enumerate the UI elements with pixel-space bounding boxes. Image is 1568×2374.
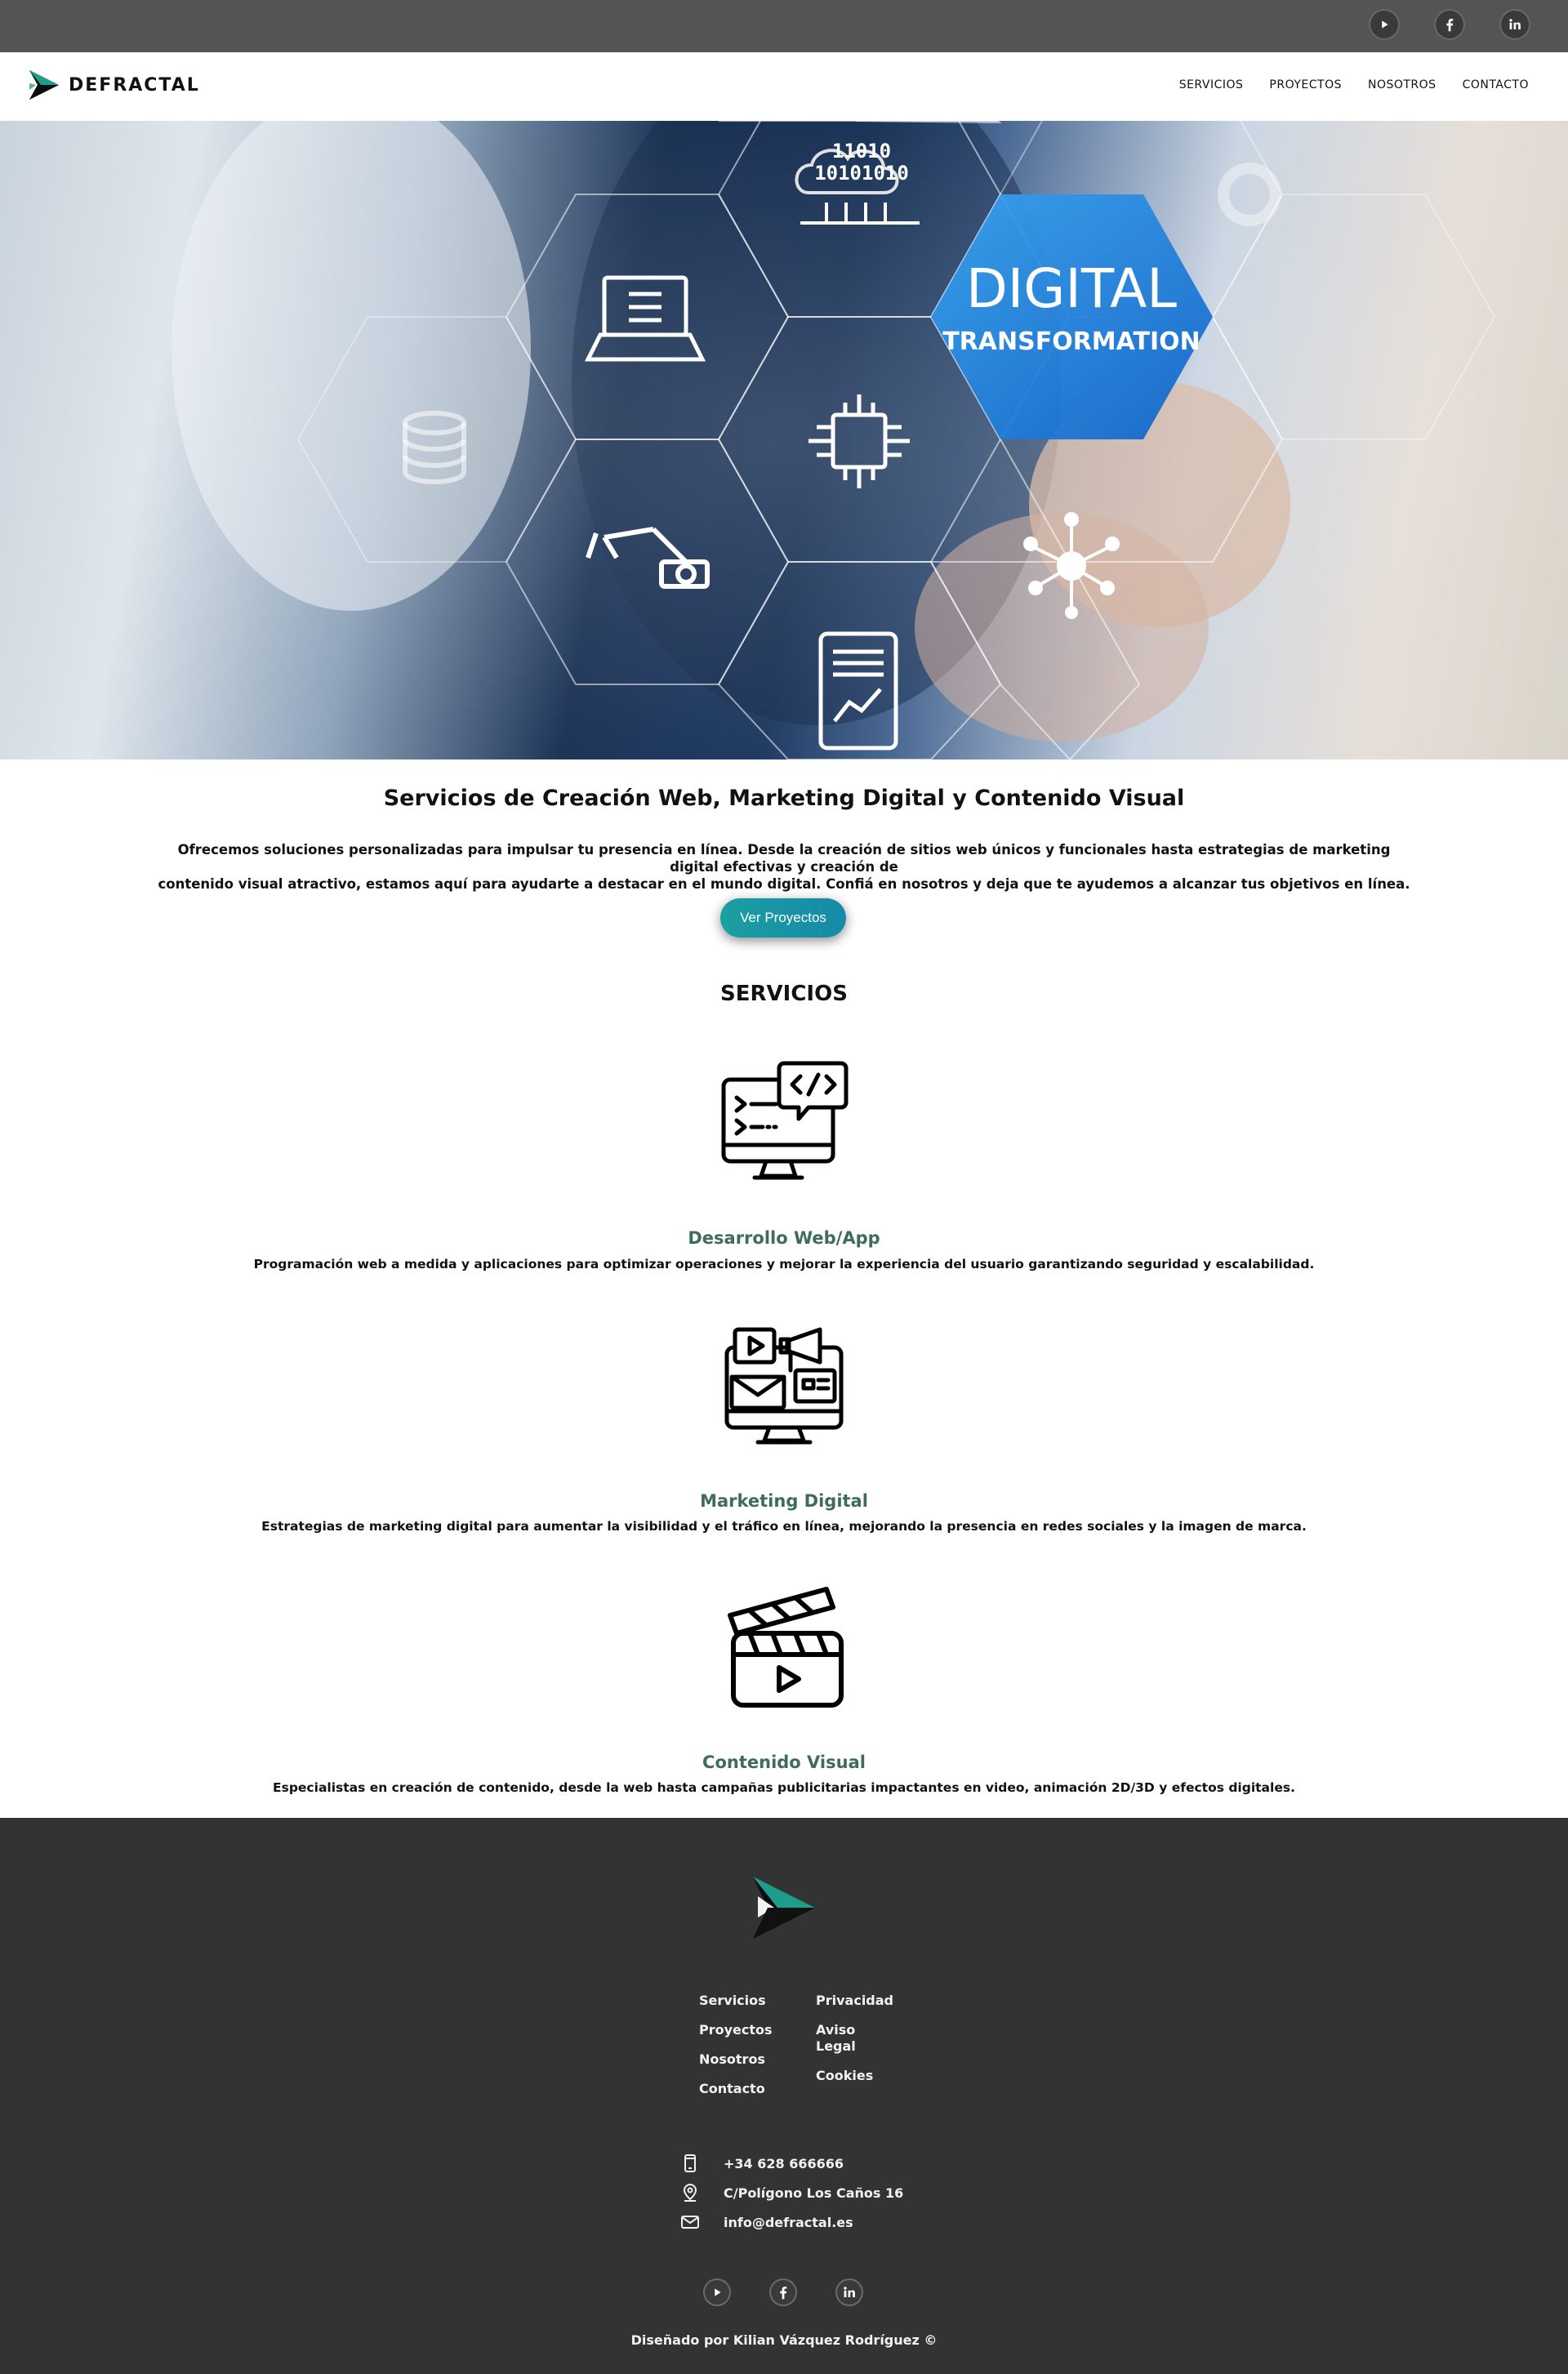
nav-links: SERVICIOS PROYECTOS NOSOTROS CONTACTO (1179, 78, 1529, 91)
nav-link-proyectos[interactable]: PROYECTOS (1269, 78, 1342, 91)
footer-facebook-icon[interactable] (769, 2278, 797, 2306)
footer-address-text: C/Polígono Los Caños 16 (724, 2185, 904, 2201)
clapperboard-icon (728, 1587, 844, 1708)
binary-text-2: 10101010 (814, 162, 909, 185)
service-title-marketing: Marketing Digital (700, 1491, 868, 1511)
footer-credit: Diseñado por Kilian Vázquez Rodríguez © (630, 2332, 938, 2348)
youtube-icon[interactable] (1369, 9, 1400, 40)
nav-link-contacto[interactable]: CONTACTO (1463, 78, 1529, 91)
brand-logo[interactable]: DEFRACTAL (26, 65, 200, 105)
hero-headline-transformation: TRANSFORMATION (942, 327, 1200, 356)
footer-link-nosotros[interactable]: Nosotros (699, 2051, 765, 2068)
footer-link-servicios[interactable]: Servicios (699, 1993, 766, 2009)
intro-text-line-2: contenido visual atractivo, estamos aquí… (158, 876, 1410, 892)
intro-paragraph: Ofrecemos soluciones personalizadas para… (155, 841, 1413, 893)
footer-linkedin-icon[interactable] (835, 2278, 863, 2306)
main-navigation: DEFRACTAL SERVICIOS PROYECTOS NOSOTROS C… (0, 52, 1568, 121)
services-heading: SERVICIOS (720, 982, 848, 1006)
ver-proyectos-button[interactable]: Ver Proyectos (720, 898, 846, 938)
footer-address: C/Polígono Los Caños 16 (679, 2182, 903, 2203)
phone-icon (679, 2153, 701, 2174)
footer-link-proyectos[interactable]: Proyectos (699, 2022, 773, 2038)
footer-link-cookies[interactable]: Cookies (816, 2068, 873, 2084)
hero-headline-digital: DIGITAL (966, 257, 1177, 320)
mail-icon (679, 2211, 701, 2233)
top-bar (0, 0, 1568, 52)
brand-name: DEFRACTAL (69, 74, 200, 96)
footer-phone: +34 628 666666 (679, 2153, 844, 2174)
footer-link-privacidad[interactable]: Privacidad (816, 1993, 893, 2009)
footer-email: info@defractal.es (679, 2211, 853, 2233)
footer-phone-text[interactable]: +34 628 666666 (724, 2156, 844, 2171)
intro-title: Servicios de Creación Web, Marketing Dig… (383, 786, 1185, 811)
intro-text-line-1: Ofrecemos soluciones personalizadas para… (177, 842, 1391, 875)
footer-email-text[interactable]: info@defractal.es (724, 2215, 853, 2230)
footer-youtube-icon[interactable] (703, 2278, 731, 2306)
linkedin-icon[interactable] (1499, 9, 1530, 40)
hero-image: DIGITAL TRANSFORMATION 11010 10101010 (0, 121, 1568, 759)
footer-logo-icon[interactable] (750, 1872, 818, 1944)
nav-link-nosotros[interactable]: NOSOTROS (1368, 78, 1437, 91)
footer-link-legal[interactable]: Legal (816, 2038, 856, 2055)
facebook-icon[interactable] (1434, 9, 1465, 40)
location-pin-icon (679, 2182, 701, 2203)
web-development-icon (721, 1061, 849, 1180)
logo-mark-icon (29, 70, 59, 100)
nav-link-servicios[interactable]: SERVICIOS (1179, 78, 1244, 91)
hero-banner: DIGITAL TRANSFORMATION 11010 10101010 (0, 121, 1568, 759)
service-desc-visual: Especialistas en creación de contenido, … (273, 1780, 1295, 1795)
binary-text-1: 11010 (832, 140, 891, 163)
service-desc-marketing: Estrategias de marketing digital para au… (261, 1519, 1307, 1534)
digital-marketing-icon (724, 1327, 844, 1445)
service-title-web: Desarrollo Web/App (688, 1228, 880, 1248)
footer-link-contacto[interactable]: Contacto (699, 2081, 765, 2097)
service-title-visual: Contenido Visual (702, 1753, 866, 1772)
footer-link-aviso[interactable]: Aviso (816, 2022, 855, 2038)
service-desc-web: Programación web a medida y aplicaciones… (253, 1257, 1315, 1272)
footer: Servicios Proyectos Nosotros Contacto Pr… (0, 1818, 1568, 2374)
